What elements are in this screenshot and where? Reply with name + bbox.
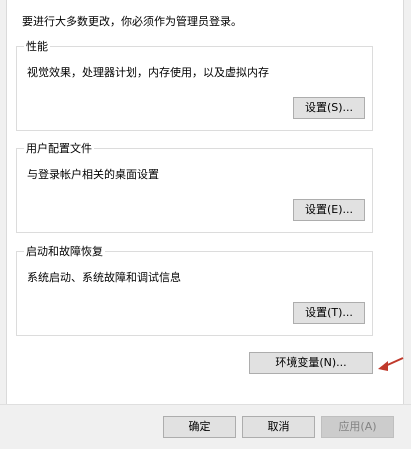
apply-button[interactable]: 应用(A) xyxy=(321,416,394,438)
dialog-footer: 确定 取消 应用(A) xyxy=(0,404,411,449)
system-properties-advanced-tab: 要进行大多数更改，你必须作为管理员登录。 性能 视觉效果，处理器计划，内存使用，… xyxy=(0,0,411,449)
startup-recovery-description: 系统启动、系统故障和调试信息 xyxy=(27,271,181,284)
user-profiles-group-title: 用户配置文件 xyxy=(24,140,94,156)
user-profiles-settings-button[interactable]: 设置(E)... xyxy=(293,199,365,221)
performance-group: 性能 视觉效果，处理器计划，内存使用，以及虚拟内存 设置(S)... xyxy=(16,38,373,131)
user-profiles-description: 与登录帐户相关的桌面设置 xyxy=(27,168,159,181)
window-left-border xyxy=(0,0,7,449)
startup-recovery-group-title: 启动和故障恢复 xyxy=(24,243,105,259)
cancel-button[interactable]: 取消 xyxy=(242,416,315,438)
environment-variables-button[interactable]: 环境变量(N)... xyxy=(249,352,373,374)
performance-group-title: 性能 xyxy=(24,38,50,54)
performance-description: 视觉效果，处理器计划，内存使用，以及虚拟内存 xyxy=(27,66,269,79)
user-profiles-group: 用户配置文件 与登录帐户相关的桌面设置 设置(E)... xyxy=(16,140,373,233)
annotation-arrow-head xyxy=(378,361,388,371)
annotation-arrow-icon xyxy=(378,357,404,371)
startup-recovery-settings-button[interactable]: 设置(T)... xyxy=(293,302,365,324)
performance-settings-button[interactable]: 设置(S)... xyxy=(293,97,365,119)
window-right-border xyxy=(403,0,411,449)
admin-notice: 要进行大多数更改，你必须作为管理员登录。 xyxy=(22,15,242,28)
ok-button[interactable]: 确定 xyxy=(163,416,236,438)
startup-recovery-group: 启动和故障恢复 系统启动、系统故障和调试信息 设置(T)... xyxy=(16,243,373,336)
